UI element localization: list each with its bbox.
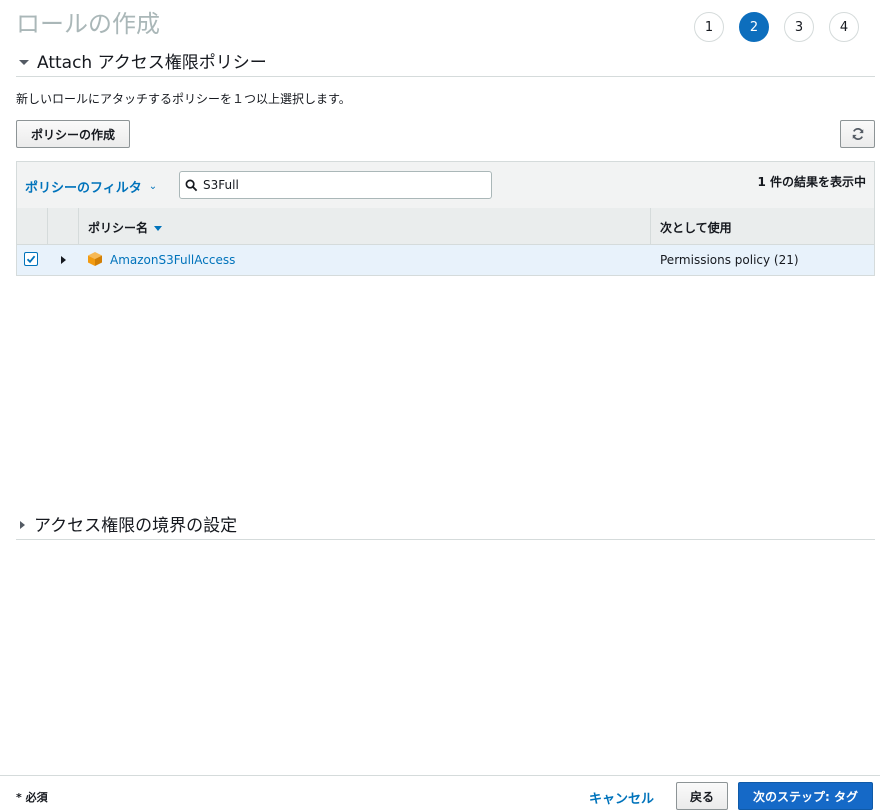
policy-name-link[interactable]: AmazonS3FullAccess [110,253,235,267]
back-button[interactable]: 戻る [676,782,728,810]
policy-filter-label: ポリシーのフィルタ [25,181,142,196]
caret-right-icon [20,521,25,529]
footer-divider [0,775,880,776]
create-policy-button[interactable]: ポリシーの作成 [16,120,130,148]
policy-name-header-label: ポリシー名 [88,221,149,235]
result-count: 1 件の結果を表示中 [757,175,866,189]
next-step-tags-button[interactable]: 次のステップ: タグ [738,782,873,810]
step-3[interactable]: 3 [784,12,814,42]
refresh-icon [852,127,863,141]
table-toolbar: ポリシーのフィルタ ⌄ 1 件の結果を表示中 [17,162,874,209]
column-header-policy-name[interactable]: ポリシー名 [88,219,163,236]
step-2-current[interactable]: 2 [739,12,769,42]
search-icon [185,179,198,192]
policy-filter-dropdown[interactable]: ポリシーのフィルタ ⌄ [25,177,157,196]
expand-row-icon[interactable] [61,256,66,264]
attach-policies-section-header[interactable]: Attach アクセス権限ポリシー [16,52,875,77]
policy-table: ポリシーのフィルタ ⌄ 1 件の結果を表示中 ポリシー名 次として使用 [16,161,875,276]
permissions-boundary-section-header[interactable]: アクセス権限の境界の設定 [16,515,875,540]
row-checkbox[interactable] [24,252,38,266]
required-note: * 必須 [16,791,48,804]
checkmark-icon [26,255,36,264]
cancel-link[interactable]: キャンセル [589,788,654,807]
page-title: ロールの作成 [16,10,160,38]
chevron-down-icon: ⌄ [148,181,158,192]
permissions-boundary-title: アクセス権限の境界の設定 [34,516,238,536]
sort-descending-icon [154,226,163,231]
step-4[interactable]: 4 [829,12,859,42]
attach-description: 新しいロールにアタッチするポリシーを１つ以上選択します。 [16,92,351,106]
policy-search-input[interactable] [203,178,473,192]
wizard-steps: 1 2 3 4 [694,12,874,42]
policy-search-box[interactable] [179,171,492,199]
table-header-row: ポリシー名 次として使用 [17,208,874,245]
attach-policies-title: Attach アクセス権限ポリシー [37,53,267,73]
table-row[interactable]: AmazonS3FullAccess Permissions policy (2… [17,245,874,275]
column-header-used-as[interactable]: 次として使用 [660,219,732,236]
policy-used-as: Permissions policy (21) [660,253,799,267]
refresh-button[interactable] [840,120,875,148]
aws-managed-policy-icon [87,251,103,271]
step-1[interactable]: 1 [694,12,724,42]
caret-down-icon [19,60,29,65]
